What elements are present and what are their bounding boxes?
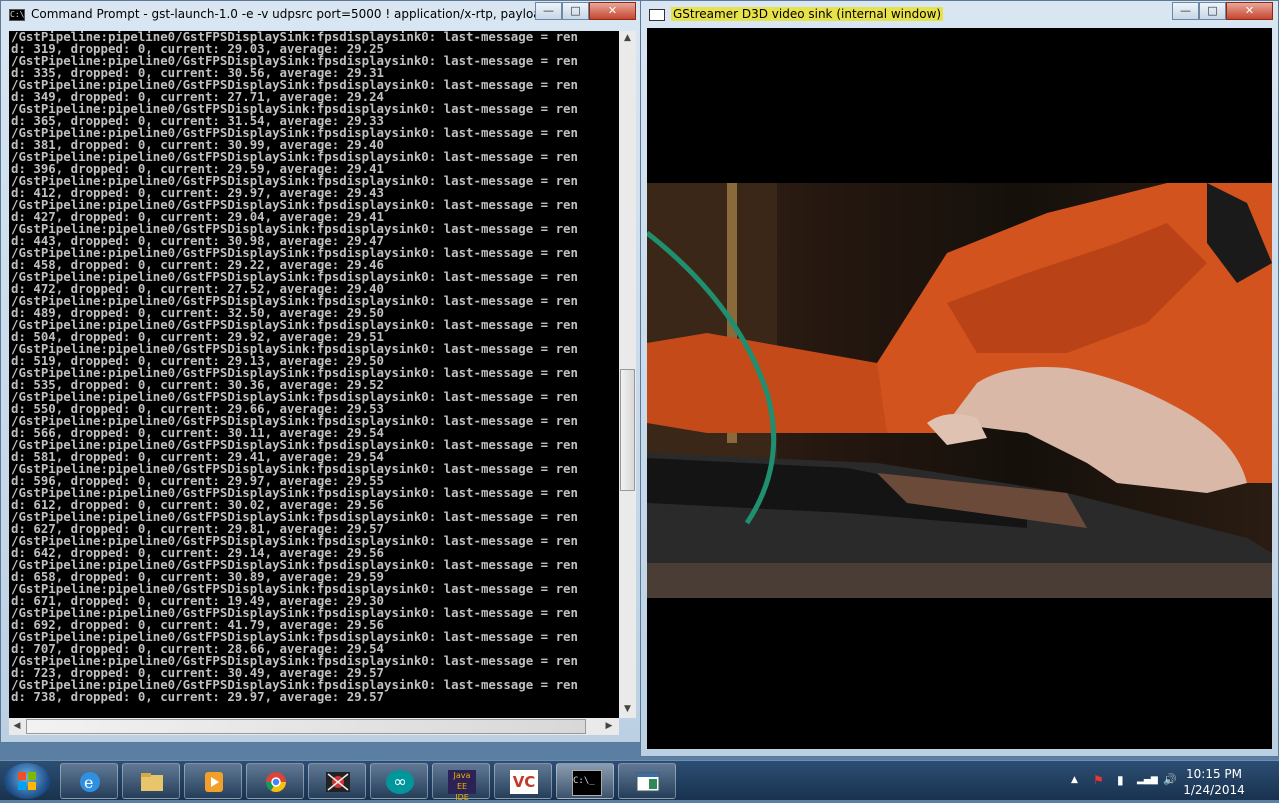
app-icon: [326, 772, 350, 792]
vnc-icon: VC: [510, 770, 538, 794]
vertical-scroll-thumb[interactable]: [620, 369, 635, 491]
taskbar-app[interactable]: [308, 763, 366, 799]
console-horizontal-scrollbar[interactable]: ◀ ▶: [9, 718, 619, 735]
taskbar-java-ee-ide[interactable]: Java EE IDE: [432, 763, 490, 802]
command-prompt-icon: C:\_: [572, 770, 602, 796]
svg-text:e: e: [84, 773, 93, 792]
video-image: [647, 183, 1272, 598]
video-close-button[interactable]: ✕: [1226, 2, 1273, 20]
taskbar-window-app[interactable]: [618, 763, 676, 799]
scroll-up-icon[interactable]: ▲: [619, 33, 636, 43]
taskbar: e ∞ Java EE IDE VC C:\_ ▲ ⚑ ▮ ▂▄▆ 🔊 10:1…: [0, 760, 1279, 802]
console-vertical-scrollbar[interactable]: ▲ ▼: [619, 31, 636, 718]
file-explorer-icon: [141, 773, 163, 791]
scroll-left-icon[interactable]: ◀: [11, 721, 23, 731]
video-minimize-button[interactable]: —: [1172, 2, 1199, 20]
video-frame: [647, 28, 1272, 749]
taskbar-chrome[interactable]: [246, 763, 304, 799]
action-center-icon[interactable]: ⚑: [1093, 773, 1104, 787]
system-tray: ▲ ⚑ ▮ ▂▄▆ 🔊 10:15 PM 1/24/2014: [1071, 761, 1271, 800]
chrome-icon: [266, 772, 286, 792]
command-prompt-window[interactable]: C:\ Command Prompt - gst-launch-1.0 -e -…: [0, 0, 643, 743]
console-text: /GstPipeline:pipeline0/GstFPSDisplaySink…: [9, 31, 619, 703]
video-window-icon: [649, 9, 665, 21]
window-app-icon: [636, 772, 660, 792]
video-maximize-button[interactable]: □: [1199, 2, 1226, 20]
console-title: Command Prompt - gst-launch-1.0 -e -v ud…: [31, 7, 589, 21]
horizontal-scroll-thumb[interactable]: [26, 719, 586, 734]
console-line: d: 738, dropped: 0, current: 29.97, aver…: [11, 689, 384, 704]
taskbar-arduino[interactable]: ∞: [370, 763, 428, 799]
media-player-icon: [205, 772, 223, 792]
internet-explorer-icon: e: [80, 772, 100, 792]
arduino-icon: ∞: [386, 770, 414, 794]
video-scene-illustration: [647, 183, 1272, 598]
network-signal-icon[interactable]: ▂▄▆: [1137, 775, 1158, 785]
clock-time[interactable]: 10:15 PM: [1179, 767, 1249, 781]
taskbar-media-player[interactable]: [184, 763, 242, 799]
video-titlebar[interactable]: GStreamer D3D video sink (internal windo…: [641, 1, 1278, 31]
java-ide-label: IDE: [455, 793, 469, 802]
taskbar-vnc[interactable]: VC: [494, 763, 552, 799]
start-button[interactable]: [4, 763, 50, 799]
console-maximize-button[interactable]: □: [562, 2, 589, 20]
cmd-window-icon: C:\: [9, 9, 25, 21]
scroll-right-icon[interactable]: ▶: [603, 721, 615, 731]
taskbar-file-explorer[interactable]: [122, 763, 180, 799]
console-output[interactable]: /GstPipeline:pipeline0/GstFPSDisplaySink…: [9, 31, 619, 718]
console-close-button[interactable]: ✕: [589, 2, 636, 20]
volume-icon[interactable]: 🔊: [1163, 773, 1177, 786]
clock-date[interactable]: 1/24/2014: [1179, 783, 1249, 797]
scroll-down-icon[interactable]: ▼: [619, 704, 636, 714]
show-hidden-icons[interactable]: ▲: [1071, 775, 1078, 785]
console-minimize-button[interactable]: —: [535, 2, 562, 20]
taskbar-command-prompt[interactable]: C:\_: [556, 763, 614, 799]
battery-icon[interactable]: ▮: [1117, 773, 1124, 787]
java-ee-label: Java EE: [453, 771, 471, 791]
taskbar-internet-explorer[interactable]: e: [60, 763, 118, 799]
video-title: GStreamer D3D video sink (internal windo…: [671, 7, 944, 21]
console-titlebar[interactable]: C:\ Command Prompt - gst-launch-1.0 -e -…: [1, 1, 642, 31]
windows-logo-icon: [18, 772, 36, 790]
java-ee-ide-icon: Java EE IDE: [448, 770, 476, 802]
